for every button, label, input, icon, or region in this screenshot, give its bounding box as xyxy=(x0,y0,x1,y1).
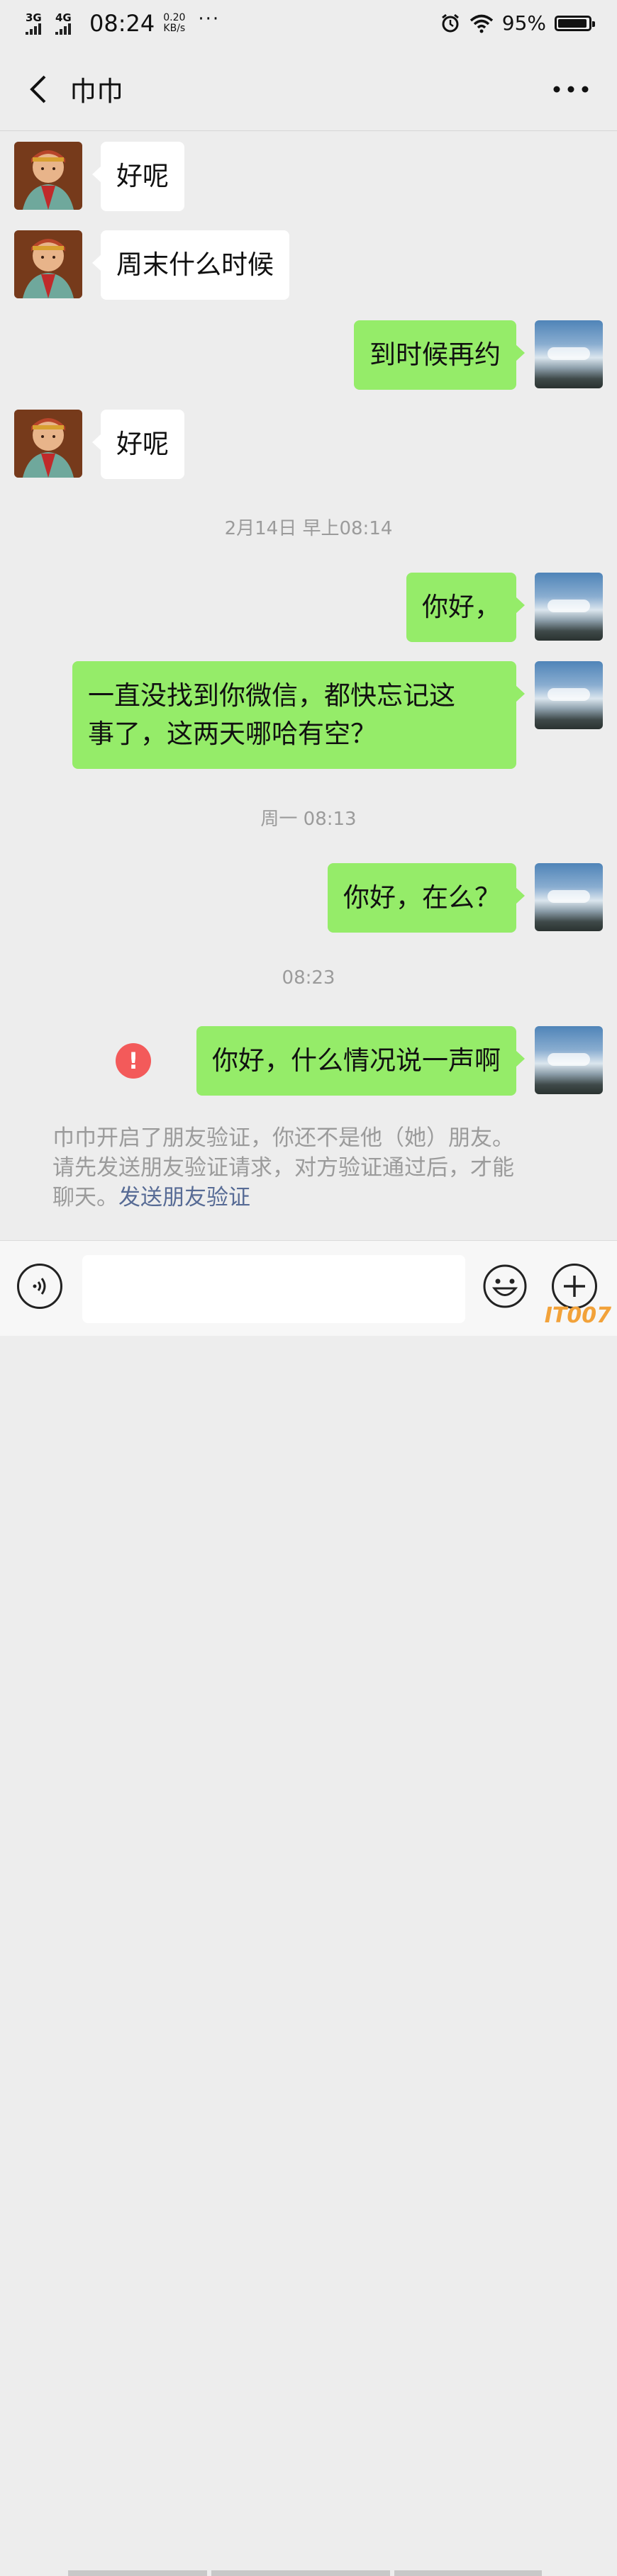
nav-indicator xyxy=(211,2570,390,2576)
contact-avatar[interactable] xyxy=(14,230,82,298)
my-avatar-image xyxy=(535,1026,603,1094)
contact-avatar[interactable] xyxy=(14,142,82,210)
my-avatar-image xyxy=(535,573,603,641)
send-verification-link[interactable]: 发送朋友验证 xyxy=(118,1185,250,1210)
timestamp: 2月14日 早上08:14 xyxy=(224,518,393,539)
friend-verification-notice: 巾巾开启了朋友验证，你还不是他（她）朋友。 请先发送朋友验证请求，对方验证通过后… xyxy=(52,1125,514,1210)
message-bubble[interactable]: 你好， xyxy=(406,573,525,642)
my-avatar[interactable] xyxy=(535,863,603,931)
message-bubble[interactable]: 你好，什么情况说一声啊 xyxy=(196,1026,525,1096)
my-avatar[interactable] xyxy=(535,573,603,641)
signal-bars-icon xyxy=(26,23,41,35)
chat-header: 巾巾 xyxy=(0,48,617,131)
network-speed: 0.20 KB/s xyxy=(163,12,186,34)
alarm-icon xyxy=(441,13,459,32)
message-bubble[interactable]: 好呢 xyxy=(92,142,184,211)
timestamp: 周一 08:13 xyxy=(260,809,357,830)
status-bar: 3G 4G 08:24 0.20 KB/s ··· 95% xyxy=(0,0,617,48)
more-functions-button[interactable] xyxy=(552,1264,597,1309)
emoji-button[interactable] xyxy=(482,1264,528,1309)
wifi-icon xyxy=(469,14,493,33)
send-failed-icon[interactable]: ! xyxy=(116,1043,151,1079)
emoji-icon xyxy=(483,1264,527,1308)
contact-avatar-image xyxy=(14,410,82,478)
watermark-logo: IT007 xyxy=(544,1303,611,1328)
my-avatar-image xyxy=(535,661,603,729)
message-bubble[interactable]: 好呢 xyxy=(92,410,184,479)
my-avatar[interactable] xyxy=(535,1026,603,1094)
input-bar xyxy=(0,1240,617,2576)
status-time: 08:24 xyxy=(89,10,155,37)
more-dots-icon xyxy=(553,86,589,93)
plus-icon xyxy=(564,1276,585,1297)
my-avatar[interactable] xyxy=(535,320,603,388)
message-bubble[interactable]: 一直没找到你微信，都快忘记这 事了，这两天哪哈有空？ xyxy=(72,661,525,769)
voice-input-button[interactable] xyxy=(17,1264,62,1309)
timestamp: 08:23 xyxy=(282,967,335,989)
message-input[interactable] xyxy=(82,1255,465,1323)
voice-icon xyxy=(33,1278,46,1295)
my-avatar-image xyxy=(535,863,603,931)
battery-level-fill xyxy=(558,18,587,28)
battery-percent: 95% xyxy=(501,11,546,35)
battery-icon xyxy=(555,15,595,31)
chevron-left-icon xyxy=(30,75,46,103)
message-bubble[interactable]: 到时候再约 xyxy=(354,320,525,390)
nav-indicator xyxy=(68,2570,207,2576)
message-bubble[interactable]: 周末什么时候 xyxy=(92,230,289,300)
contact-avatar[interactable] xyxy=(14,410,82,478)
back-button[interactable] xyxy=(17,68,60,111)
my-avatar[interactable] xyxy=(535,661,603,729)
contact-avatar-image xyxy=(14,142,82,210)
my-avatar-image xyxy=(535,320,603,388)
network-4g-indicator: 4G xyxy=(55,12,79,35)
nav-indicator xyxy=(394,2570,542,2576)
more-options-button[interactable] xyxy=(546,69,596,109)
contact-avatar-image xyxy=(14,230,82,298)
signal-bars-icon xyxy=(55,23,71,35)
message-bubble[interactable]: 你好，在么？ xyxy=(328,863,525,933)
network-3g-indicator: 3G xyxy=(26,12,50,35)
more-status-icon: ··· xyxy=(198,9,221,30)
chat-title: 巾巾 xyxy=(70,76,124,107)
message-list[interactable]: 好呢 周末什么时候 到时候再约 好呢 2月14日 早上08:14 你好， 一直没… xyxy=(0,131,617,1240)
